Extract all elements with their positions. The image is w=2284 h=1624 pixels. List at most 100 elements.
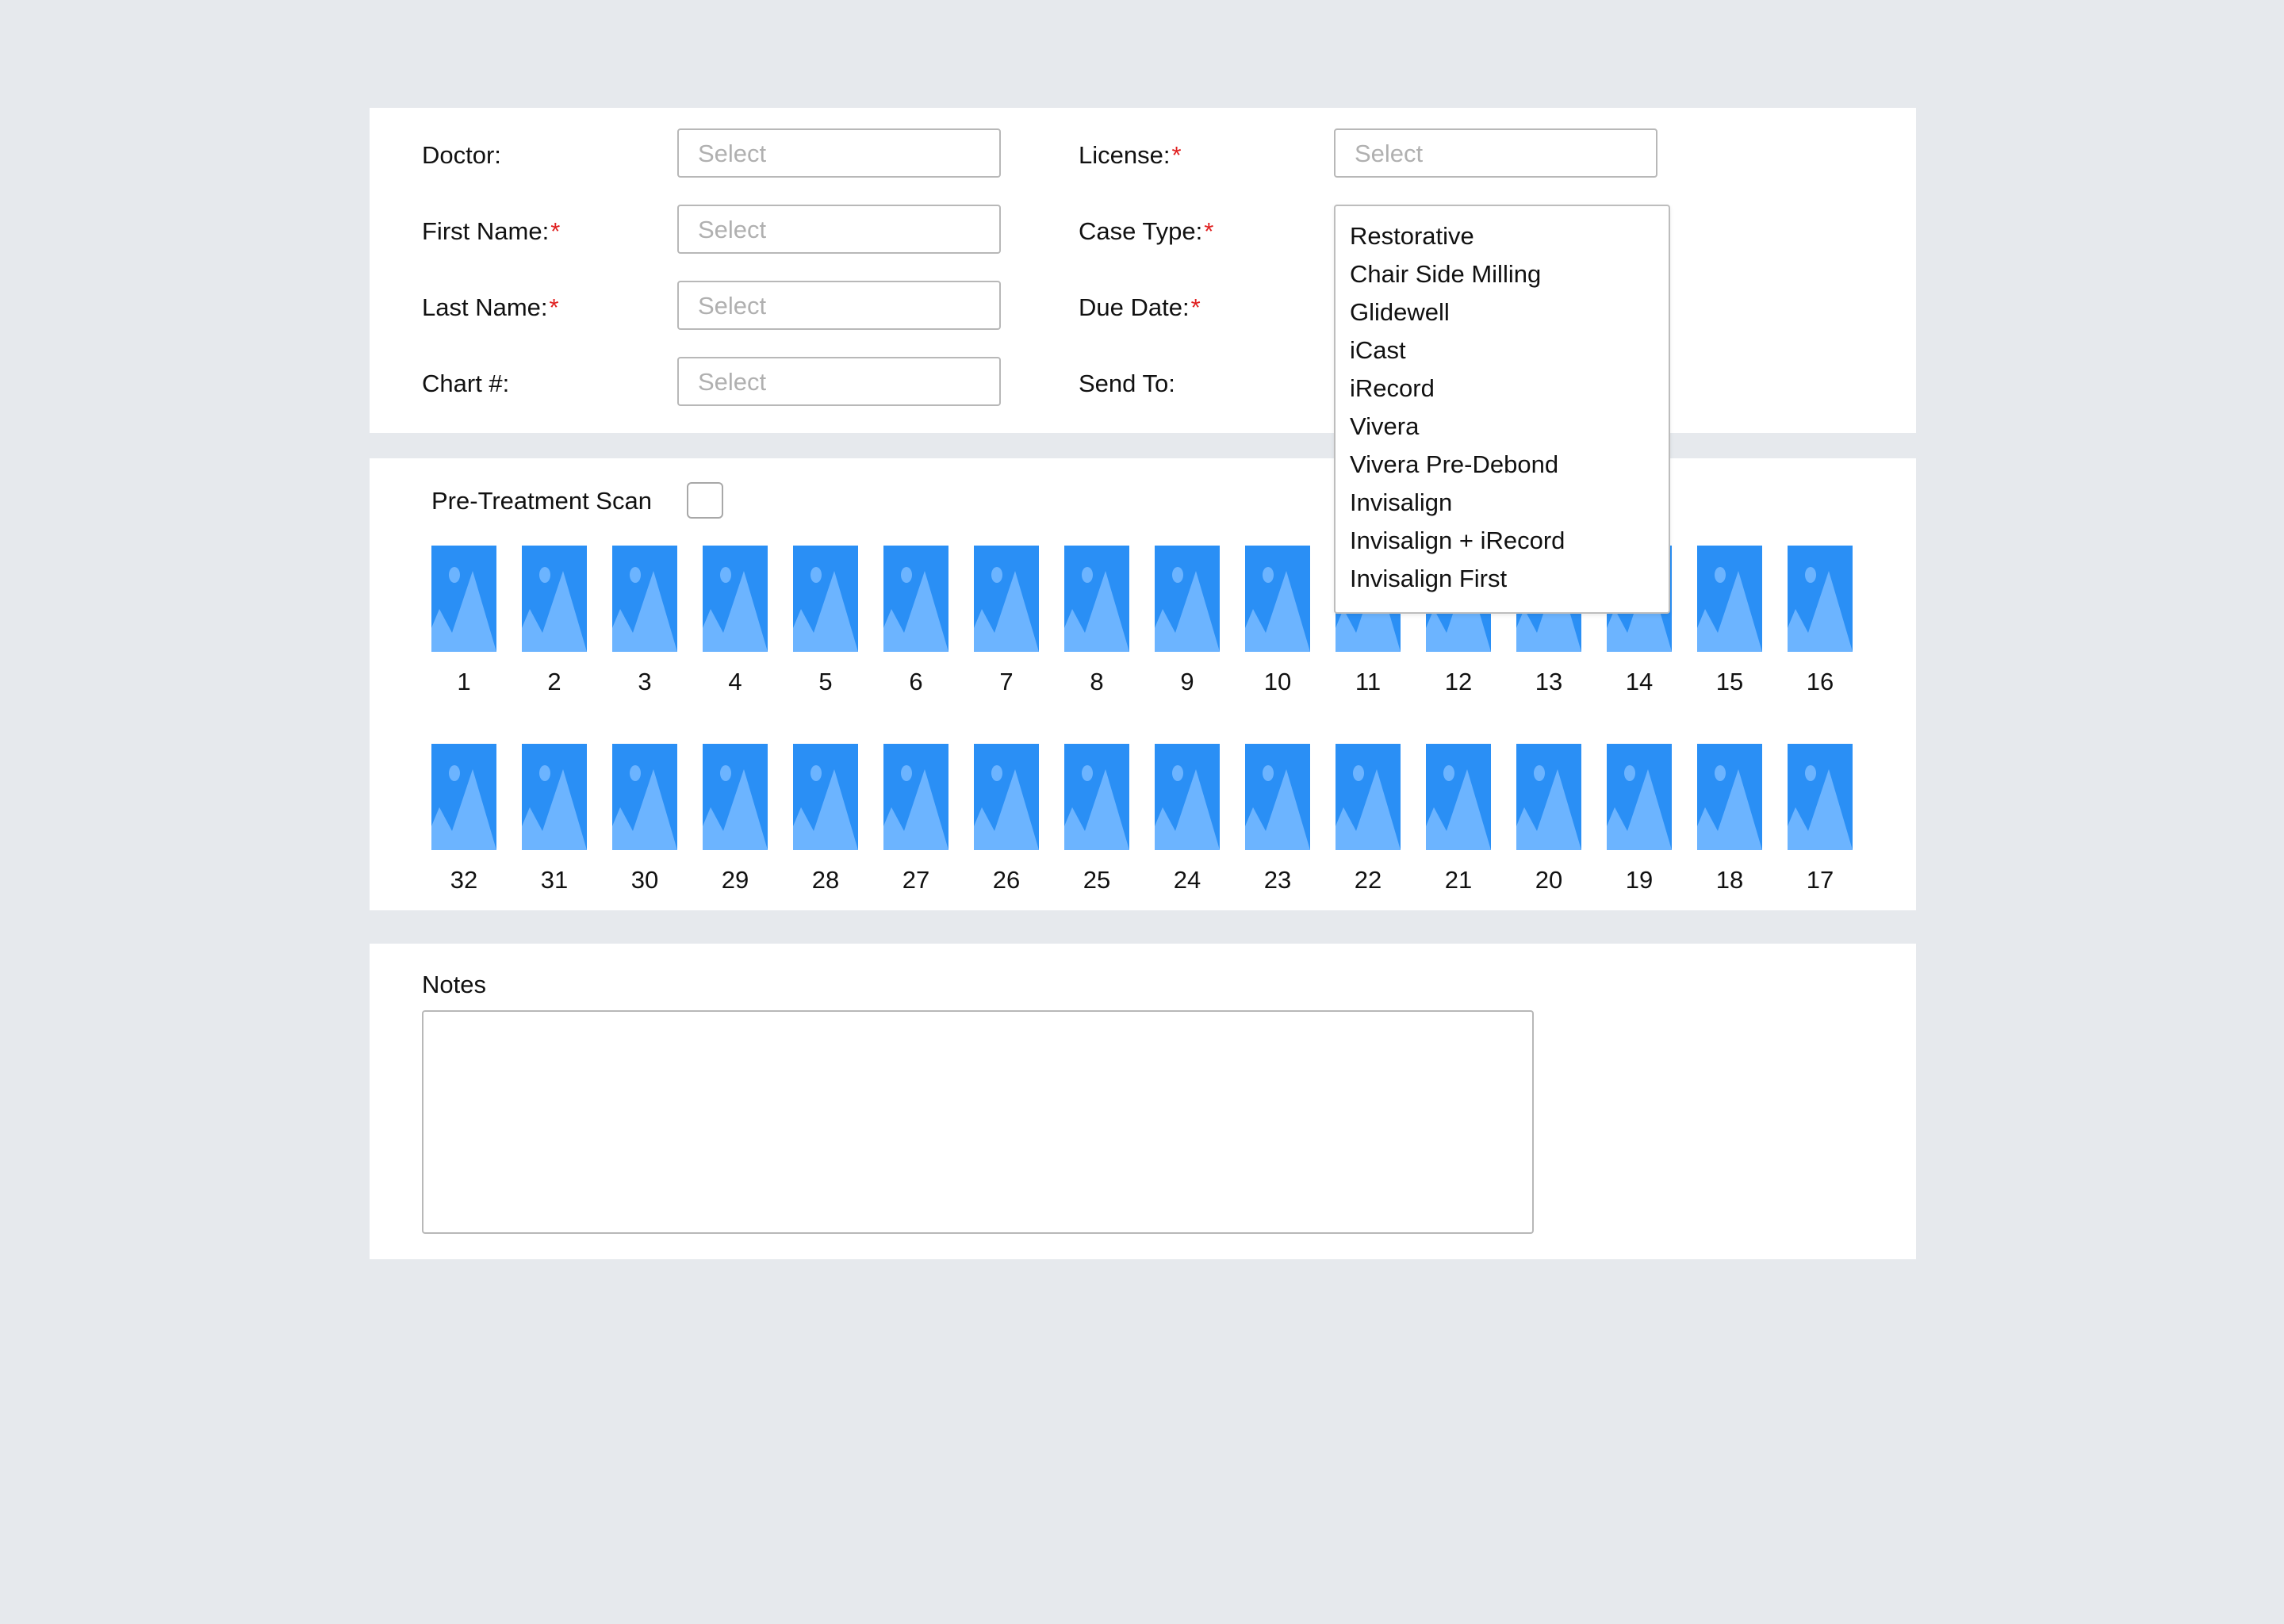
- tooth-29[interactable]: 29: [703, 744, 768, 896]
- image-placeholder-icon: [703, 744, 768, 850]
- tooth-16[interactable]: 16: [1788, 546, 1853, 698]
- tooth-8[interactable]: 8: [1064, 546, 1129, 698]
- tooth-6[interactable]: 6: [883, 546, 948, 698]
- tooth-number-label: 12: [1444, 668, 1473, 695]
- tooth-number-label: 6: [909, 668, 923, 695]
- case-type-option[interactable]: Glidewell: [1336, 293, 1669, 331]
- tooth-32[interactable]: 32: [431, 744, 496, 896]
- tooth-number-label: 4: [728, 668, 742, 695]
- first-name-select[interactable]: Select: [677, 205, 1001, 254]
- case-type-dropdown[interactable]: Restorative Chair Side Milling Glidewell iC…: [1334, 205, 1670, 614]
- tooth-number-label: 22: [1354, 866, 1382, 894]
- first-name-label: First Name:*: [422, 217, 561, 245]
- tooth-number-label: 5: [818, 668, 833, 695]
- tooth-number-label: 19: [1625, 866, 1654, 894]
- doctor-select[interactable]: Select: [677, 128, 1001, 178]
- tooth-24[interactable]: 24: [1155, 744, 1220, 896]
- license-select-placeholder: Select: [1355, 140, 1424, 167]
- image-placeholder-icon: [1336, 744, 1401, 850]
- image-placeholder-icon: [1245, 744, 1310, 850]
- case-type-label: Case Type:*: [1079, 217, 1214, 245]
- case-type-option[interactable]: iCast: [1336, 331, 1669, 370]
- image-placeholder-icon: [974, 744, 1039, 850]
- tooth-31[interactable]: 31: [522, 744, 587, 896]
- tooth-23[interactable]: 23: [1245, 744, 1310, 896]
- case-type-option[interactable]: Chair Side Milling: [1336, 255, 1669, 293]
- case-type-option[interactable]: Invisalign + iRecord: [1336, 522, 1669, 560]
- case-type-option[interactable]: Vivera: [1336, 408, 1669, 446]
- tooth-20[interactable]: 20: [1516, 744, 1581, 896]
- tooth-28[interactable]: 28: [793, 744, 858, 896]
- tooth-number-label: 1: [457, 668, 471, 695]
- tooth-25[interactable]: 25: [1064, 744, 1129, 896]
- tooth-number-label: 11: [1355, 668, 1382, 695]
- tooth-7[interactable]: 7: [974, 546, 1039, 698]
- image-placeholder-icon: [1697, 744, 1762, 850]
- required-marker: *: [550, 217, 561, 245]
- chart-number-label: Chart #:: [422, 370, 510, 397]
- image-placeholder-icon: [1155, 744, 1220, 850]
- case-type-option[interactable]: Restorative: [1336, 217, 1669, 255]
- lower-teeth-row: 32 31 30 29 28 27 26 25 24 23 22 21 20 19 18 17: [431, 744, 1853, 896]
- image-placeholder-icon: [1697, 546, 1762, 652]
- tooth-18[interactable]: 18: [1697, 744, 1762, 896]
- tooth-27[interactable]: 27: [883, 744, 948, 896]
- image-placeholder-icon: [1607, 744, 1672, 850]
- image-placeholder-icon: [974, 546, 1039, 652]
- image-placeholder-icon: [883, 744, 948, 850]
- image-placeholder-icon: [612, 744, 677, 850]
- license-select[interactable]: Select: [1334, 128, 1657, 178]
- tooth-number-label: 15: [1715, 668, 1744, 695]
- image-placeholder-icon: [612, 546, 677, 652]
- tooth-number-label: 27: [902, 866, 930, 894]
- tooth-number-label: 31: [540, 866, 569, 894]
- pre-treatment-scan-checkbox[interactable]: [687, 482, 723, 519]
- image-placeholder-icon: [522, 744, 587, 850]
- tooth-number-label: 18: [1715, 866, 1744, 894]
- tooth-number-label: 17: [1806, 866, 1834, 894]
- image-placeholder-icon: [793, 744, 858, 850]
- tooth-30[interactable]: 30: [612, 744, 677, 896]
- tooth-number-label: 16: [1806, 668, 1834, 695]
- tooth-10[interactable]: 10: [1245, 546, 1310, 698]
- last-name-select[interactable]: Select: [677, 281, 1001, 330]
- license-label: License:*: [1079, 141, 1182, 169]
- tooth-26[interactable]: 26: [974, 744, 1039, 896]
- tooth-number-label: 21: [1444, 866, 1473, 894]
- tooth-21[interactable]: 21: [1426, 744, 1491, 896]
- chart-number-select[interactable]: Select: [677, 357, 1001, 406]
- notes-textarea[interactable]: [422, 1010, 1534, 1234]
- image-placeholder-icon: [883, 546, 948, 652]
- doctor-select-placeholder: Select: [698, 140, 767, 167]
- tooth-2[interactable]: 2: [522, 546, 587, 698]
- tooth-5[interactable]: 5: [793, 546, 858, 698]
- tooth-22[interactable]: 22: [1336, 744, 1401, 896]
- tooth-15[interactable]: 15: [1697, 546, 1762, 698]
- tooth-9[interactable]: 9: [1155, 546, 1220, 698]
- tooth-4[interactable]: 4: [703, 546, 768, 698]
- send-to-label: Send To:: [1079, 370, 1175, 397]
- image-placeholder-icon: [522, 546, 587, 652]
- case-type-option[interactable]: Invisalign: [1336, 484, 1669, 522]
- case-type-option[interactable]: Vivera Pre-Debond: [1336, 446, 1669, 484]
- tooth-number-label: 30: [630, 866, 659, 894]
- tooth-number-label: 20: [1535, 866, 1563, 894]
- notes-label: Notes: [422, 971, 486, 998]
- tooth-number-label: 7: [999, 668, 1014, 695]
- tooth-17[interactable]: 17: [1788, 744, 1853, 896]
- image-placeholder-icon: [1788, 744, 1853, 850]
- doctor-label: Doctor:: [422, 141, 501, 169]
- image-placeholder-icon: [703, 546, 768, 652]
- tooth-number-label: 23: [1263, 866, 1292, 894]
- chart-number-select-placeholder: Select: [698, 368, 767, 396]
- image-placeholder-icon: [431, 744, 496, 850]
- pre-treatment-scan-label: Pre-Treatment Scan: [431, 487, 652, 515]
- first-name-select-placeholder: Select: [698, 216, 767, 243]
- image-placeholder-icon: [431, 546, 496, 652]
- case-type-option[interactable]: Invisalign First: [1336, 560, 1669, 598]
- tooth-1[interactable]: 1: [431, 546, 496, 698]
- case-type-option[interactable]: iRecord: [1336, 370, 1669, 408]
- last-name-label: Last Name:*: [422, 293, 559, 321]
- tooth-19[interactable]: 19: [1607, 744, 1672, 896]
- tooth-3[interactable]: 3: [612, 546, 677, 698]
